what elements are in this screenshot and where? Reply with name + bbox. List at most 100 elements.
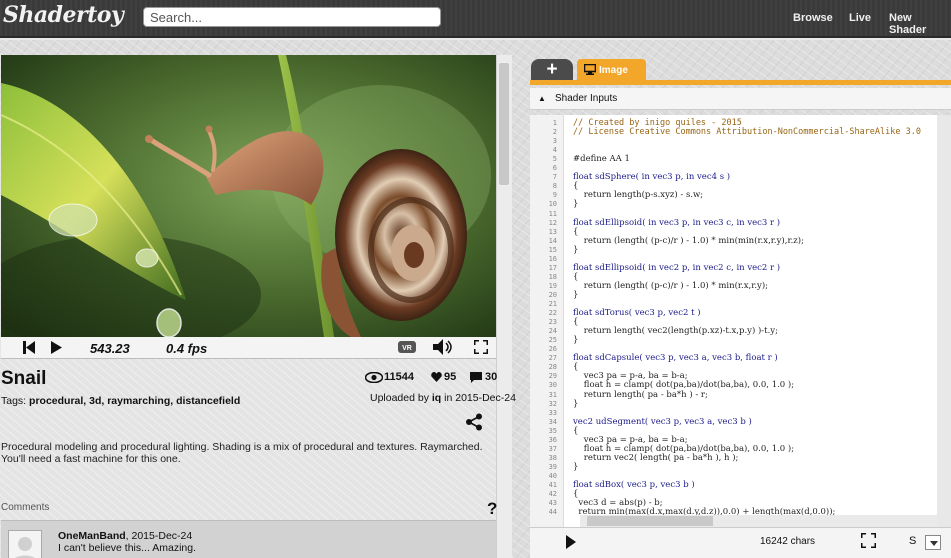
code-line[interactable]: #define AA 1: [573, 154, 630, 164]
site-logo[interactable]: Shadertoy: [3, 2, 124, 28]
expand-triangle-icon: ▲: [538, 94, 546, 103]
code-line[interactable]: }: [573, 335, 578, 345]
player-controls: 543.23 0.4 fps VR: [1, 337, 496, 359]
line-number: 30: [548, 381, 557, 390]
line-number: 17: [548, 263, 557, 272]
line-number: 9: [552, 191, 557, 200]
tab-underline: [530, 80, 951, 85]
editor-vertical-scrollbar[interactable]: [937, 115, 951, 527]
code-line[interactable]: }: [573, 290, 578, 300]
avatar[interactable]: [8, 530, 42, 558]
monitor-icon: [584, 64, 596, 75]
code-line[interactable]: return length( pa - ba*h ) - r;: [573, 390, 708, 400]
comment-author[interactable]: OneManBand: [58, 530, 126, 542]
line-number: 22: [548, 309, 557, 318]
code-line[interactable]: return (length( (p-c)/r ) - 1.0) * min(r…: [573, 281, 768, 291]
fps-readout: 0.4 fps: [166, 341, 208, 356]
editor-bottom-bar: [530, 527, 951, 558]
comments-heading: Comments: [1, 502, 50, 513]
line-number: 7: [552, 173, 557, 182]
comments-icon: [470, 372, 482, 383]
upload-date: in 2015-Dec-24: [444, 392, 516, 404]
views-icon: [365, 372, 383, 383]
play-icon[interactable]: [51, 341, 62, 354]
code-editor[interactable]: 1 2 3 4 5 6 7 8 9 10 11 12 13 14 15 16 17 18 19 20 21 22 23 24 2…: [530, 115, 951, 527]
font-size-dropdown[interactable]: [925, 535, 941, 550]
like-heart-icon[interactable]: [431, 372, 442, 382]
views-count: 11544: [384, 371, 414, 383]
snail-render-image: [1, 55, 496, 337]
rewind-icon[interactable]: [23, 341, 35, 354]
code-line[interactable]: float sdEllipsoid( in vec3 p, in vec3 c,…: [573, 218, 780, 228]
line-number: 2: [552, 128, 557, 137]
code-line[interactable]: // License Creative Commons Attribution-…: [573, 127, 921, 137]
tags-list[interactable]: procedural, 3d, raymarching, distancefie…: [29, 395, 240, 407]
left-scrollbar-thumb[interactable]: [499, 63, 509, 185]
uploaded-by: Uploaded by iq in 2015-Dec-24: [370, 392, 516, 404]
vr-icon[interactable]: VR: [398, 341, 416, 353]
code-line[interactable]: return (length( (p-c)/r ) - 1.0) * min(m…: [573, 236, 804, 246]
code-line[interactable]: return vec2( length( pa - ba*h ), h );: [573, 453, 739, 463]
share-icon[interactable]: [465, 413, 483, 431]
editor-fullscreen-icon[interactable]: [861, 533, 876, 548]
tab-image-label: Image: [599, 65, 628, 76]
line-number: 10: [548, 200, 557, 209]
line-number: 29: [548, 372, 557, 381]
line-number: 32: [548, 399, 557, 408]
top-bar: Shadertoy Browse Live New Shader: [0, 0, 951, 38]
nav-browse[interactable]: Browse: [793, 12, 833, 24]
char-count: 16242 chars: [760, 536, 816, 547]
code-line[interactable]: return length(p-s.xyz) - s.w;: [573, 190, 703, 200]
volume-icon[interactable]: [433, 339, 453, 355]
code-line[interactable]: }: [573, 399, 578, 409]
line-number: 24: [548, 327, 557, 336]
code-line[interactable]: }: [573, 462, 578, 472]
code-line[interactable]: return length( vec2(length(p.xz)-t.x,p.y…: [573, 326, 778, 336]
shader-title: Snail: [1, 368, 47, 389]
line-number: 13: [548, 227, 557, 236]
line-number: 5: [552, 155, 557, 164]
line-number: 33: [548, 408, 557, 417]
code-line[interactable]: }: [573, 245, 578, 255]
code-line[interactable]: float sdBox( vec3 p, vec3 b ): [573, 480, 695, 490]
line-number: 42: [548, 490, 557, 499]
line-number: 4: [552, 146, 557, 155]
nav-new-shader[interactable]: New Shader: [889, 12, 951, 36]
help-icon[interactable]: ?: [487, 499, 497, 519]
likes-count: 95: [444, 371, 457, 383]
line-number: 18: [548, 272, 557, 281]
line-number: 34: [548, 417, 557, 426]
editor-horizontal-thumb[interactable]: [587, 516, 713, 526]
line-number: 27: [548, 354, 557, 363]
tags-line: Tags: procedural, 3d, raymarching, dista…: [1, 395, 240, 407]
code-line[interactable]: vec2 udSegment( vec3 p, vec3 a, vec3 b ): [573, 417, 752, 427]
line-number: 14: [548, 236, 557, 245]
code-line[interactable]: float sdCapsule( vec3 p, vec3 a, vec3 b,…: [573, 353, 778, 363]
tab-image[interactable]: Image: [577, 59, 646, 82]
shader-inputs-toggle[interactable]: ▲ Shader Inputs: [530, 88, 951, 110]
line-number: 36: [548, 435, 557, 444]
code-line[interactable]: float sdTorus( vec3 p, vec2 t ): [573, 308, 701, 318]
code-line[interactable]: float sdEllipsoid( in vec2 p, in vec2 c,…: [573, 263, 780, 273]
font-size-value: S: [909, 535, 917, 547]
uploaded-prefix: Uploaded by: [370, 392, 429, 404]
line-number: 21: [548, 300, 557, 308]
line-number: 6: [552, 164, 557, 173]
add-tab-button[interactable]: +: [531, 59, 573, 82]
comment-item: OneManBand, 2015-Dec-24 I can't believe …: [1, 520, 496, 558]
line-number: 23: [548, 318, 557, 327]
search-input[interactable]: [143, 7, 441, 27]
line-number: 11: [548, 209, 557, 218]
line-number: 35: [548, 426, 557, 435]
compile-play-icon[interactable]: [566, 535, 576, 549]
code-line[interactable]: }: [573, 199, 578, 209]
line-number: 25: [548, 336, 557, 345]
shader-preview-canvas[interactable]: [1, 55, 496, 337]
code-line[interactable]: float sdSphere( in vec3 p, in vec4 s ): [573, 172, 730, 182]
nav-live[interactable]: Live: [849, 12, 871, 24]
fullscreen-icon[interactable]: [474, 340, 488, 354]
time-readout: 543.23: [90, 341, 130, 356]
line-number-gutter: 1 2 3 4 5 6 7 8 9 10 11 12 13 14 15 16 17 18 19 20 21 22 23 24 2…: [530, 115, 564, 527]
author-link[interactable]: iq: [432, 392, 441, 404]
comment-date: , 2015-Dec-24: [125, 530, 193, 542]
